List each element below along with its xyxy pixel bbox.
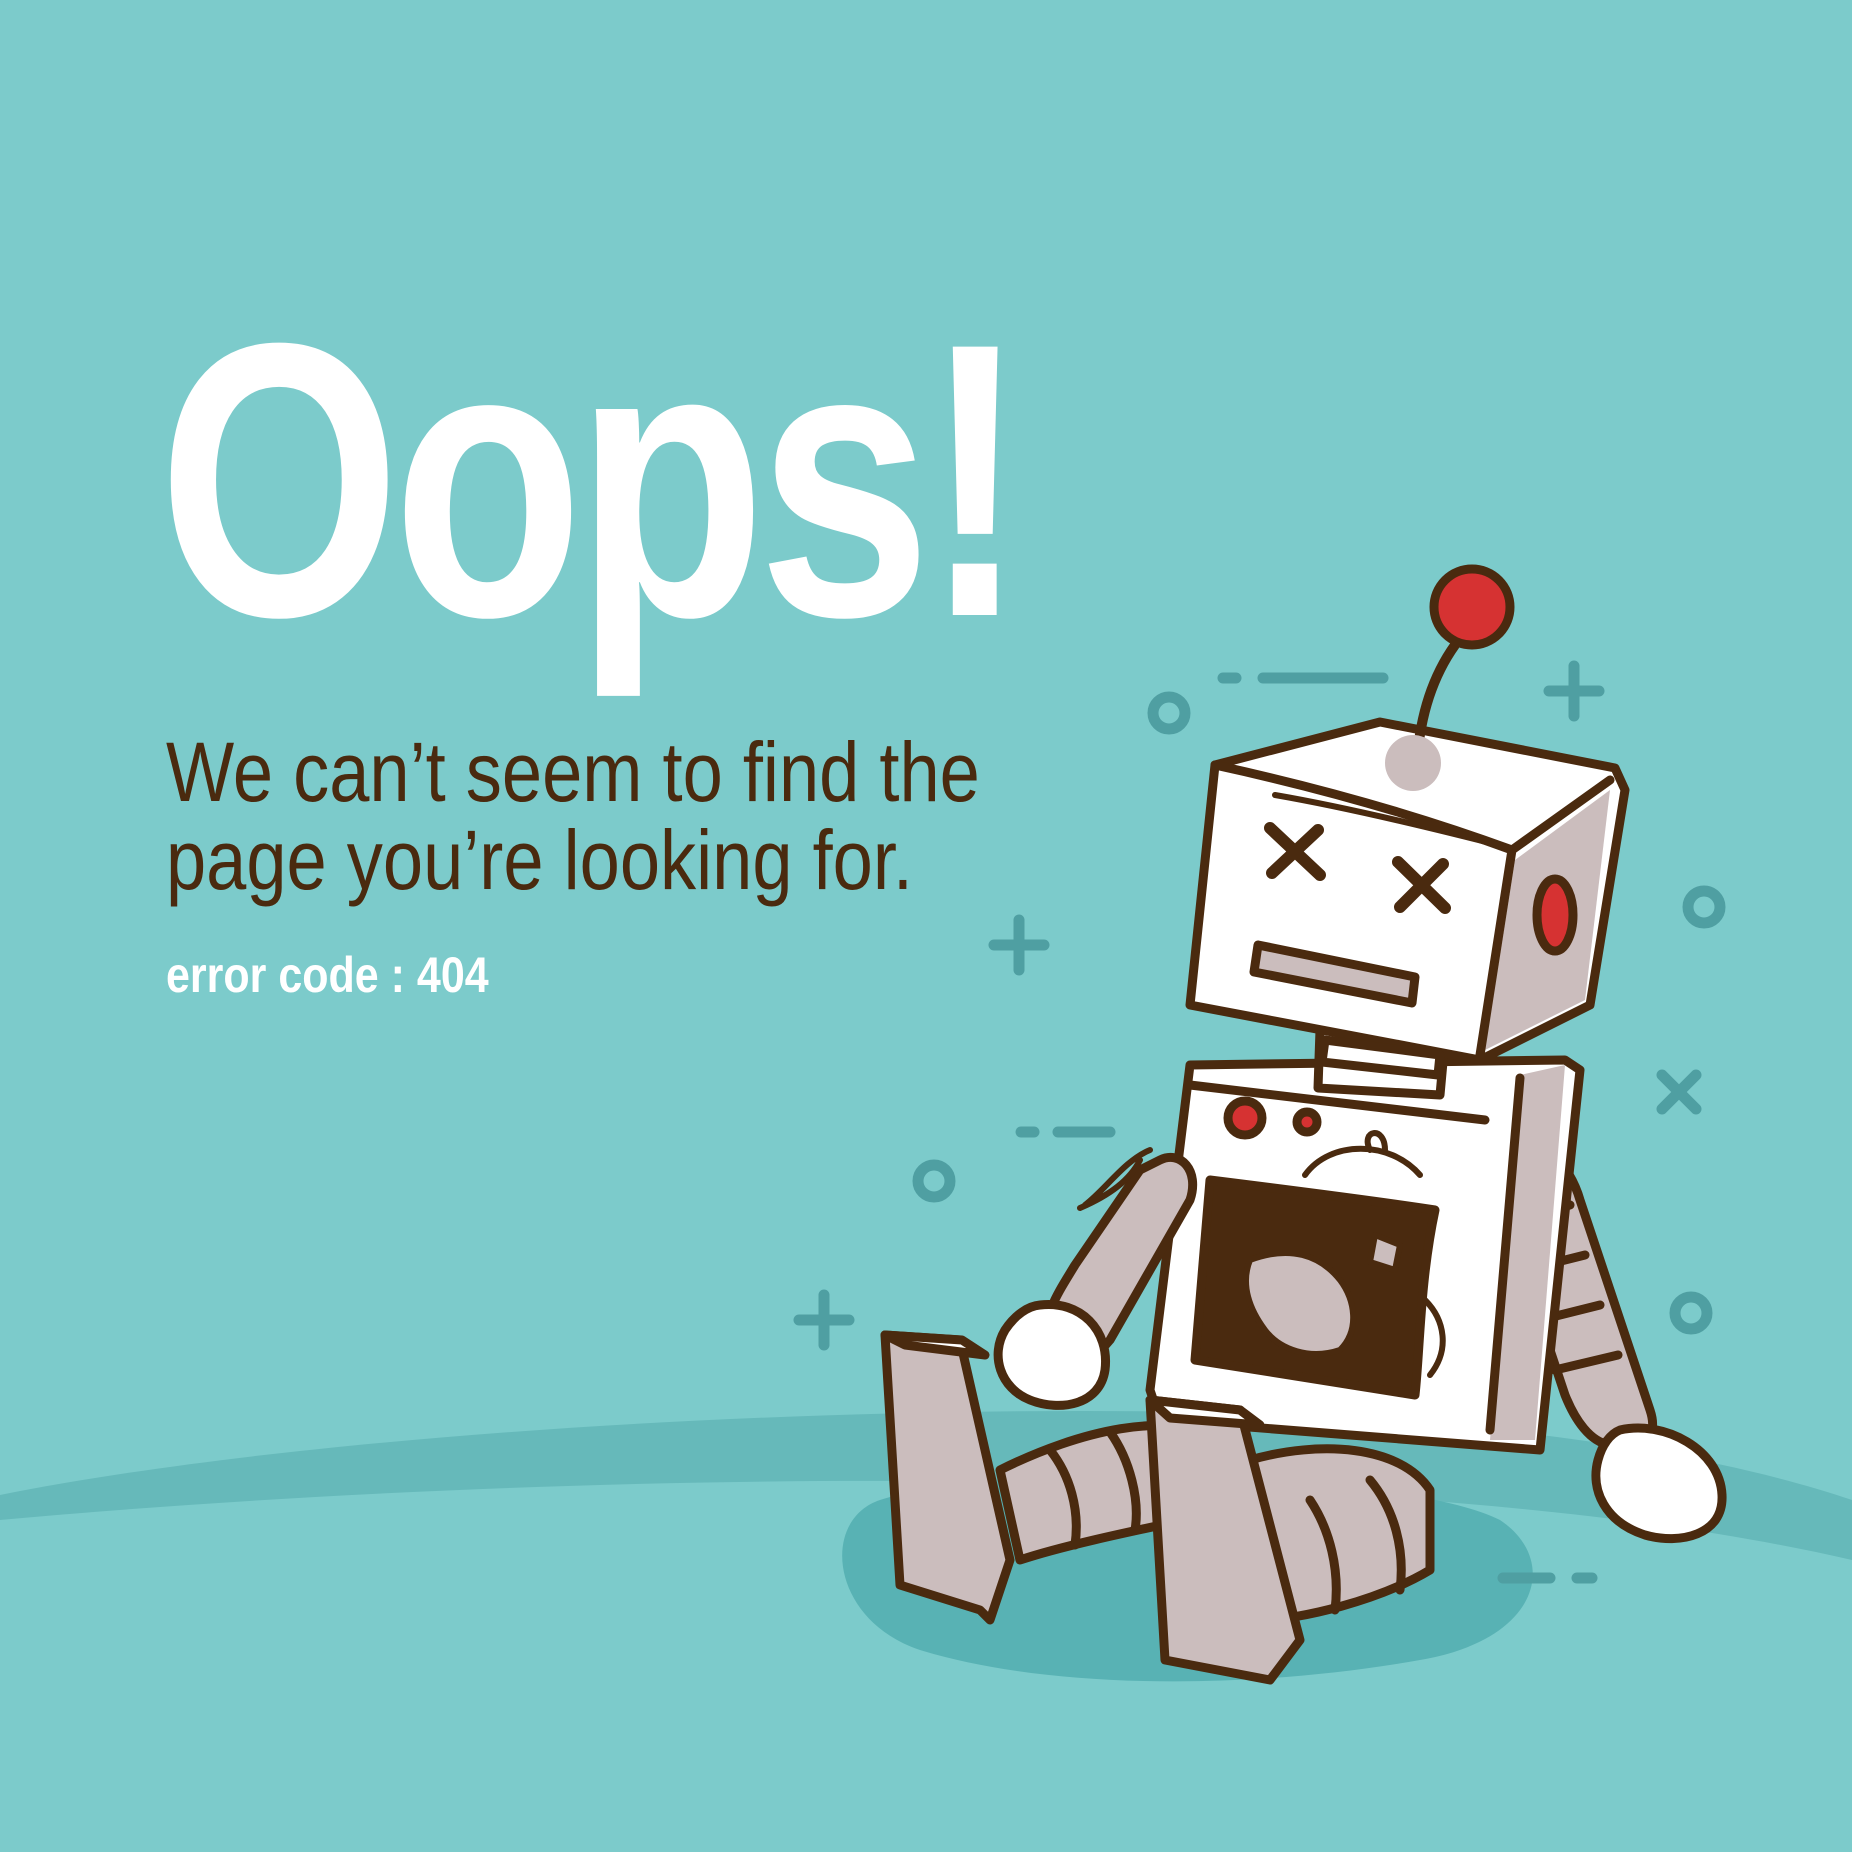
plus-icon: [793, 1289, 855, 1351]
robot-antenna-base: [1385, 735, 1441, 791]
robot-hand-left: [993, 1299, 1111, 1410]
circle-icon: [1682, 885, 1726, 929]
robot-button-large: [1223, 1096, 1267, 1140]
robot-foot-left: [880, 1330, 1015, 1625]
error-code: error code : 404: [166, 947, 489, 1003]
robot-button-small: [1292, 1107, 1322, 1137]
plus-icon: [1543, 660, 1605, 722]
robot-hand-right: [1591, 1423, 1727, 1544]
error-message-line-1: We can’t seem to find the: [166, 725, 980, 819]
error-message-line-2: page you’re looking for.: [166, 813, 913, 907]
robot-antenna-tip: [1429, 564, 1515, 650]
robot-ear: [1532, 874, 1578, 956]
circle-icon: [912, 1159, 956, 1203]
page-title: Oops!: [158, 262, 1027, 698]
circle-icon: [1147, 691, 1191, 735]
plus-icon: [988, 914, 1050, 976]
cross-icon: [1656, 1069, 1702, 1115]
error-message: We can’t seem to find the page you’re lo…: [166, 728, 980, 904]
circle-icon: [1669, 1291, 1713, 1335]
